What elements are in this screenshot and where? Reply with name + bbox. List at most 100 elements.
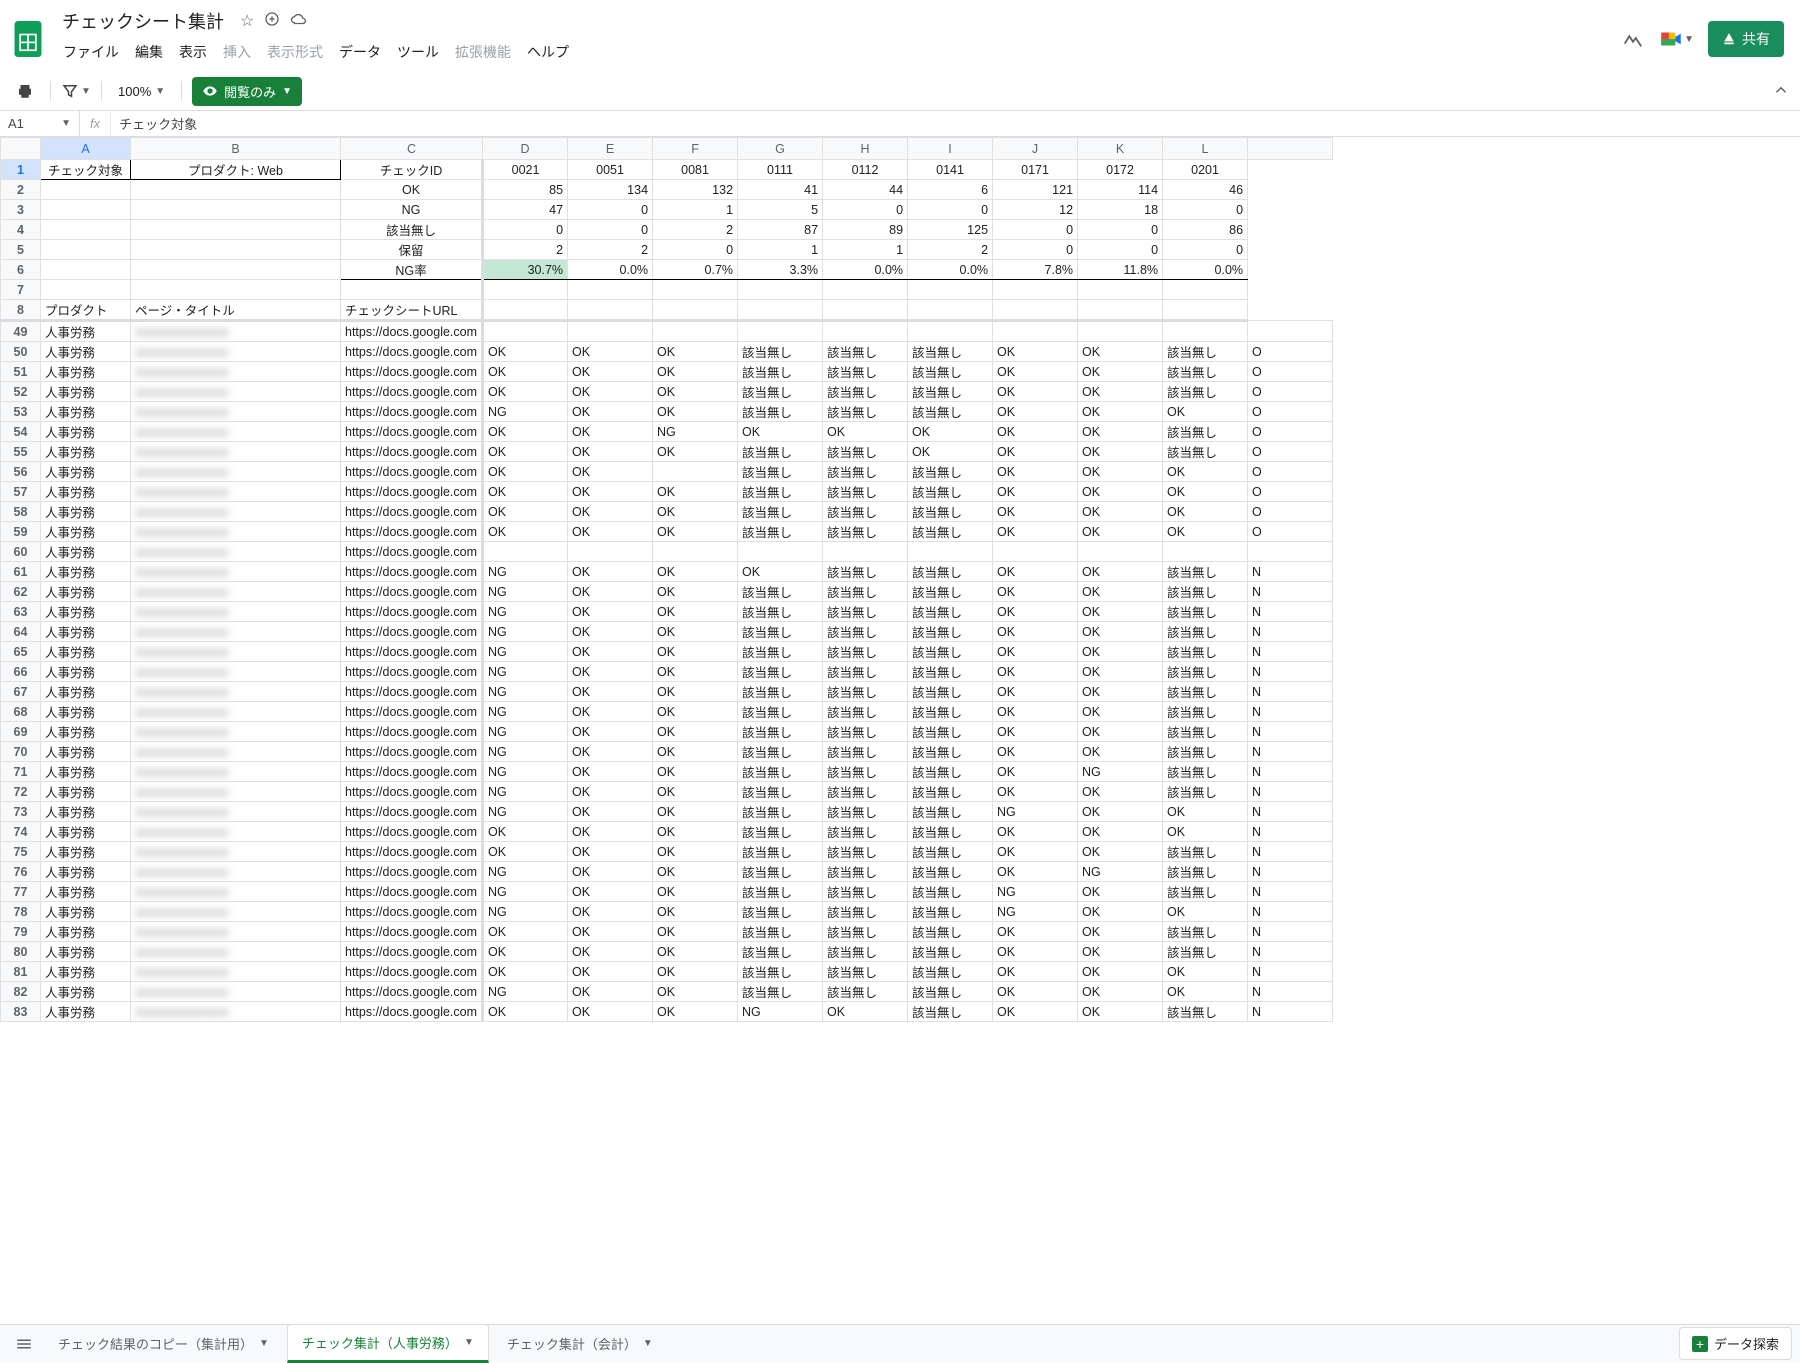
cell-L80[interactable]: 該当無し xyxy=(1163,942,1248,962)
cell-K3[interactable]: 18 xyxy=(1078,200,1163,220)
cell-C51[interactable]: https://docs.google.com xyxy=(341,362,483,382)
cell-L66[interactable]: 該当無し xyxy=(1163,662,1248,682)
cell-B57[interactable]: xxxxxxxxxxxxxxx xyxy=(131,482,341,502)
cell-K61[interactable]: OK xyxy=(1078,562,1163,582)
cell-J74[interactable]: OK xyxy=(993,822,1078,842)
cell-J67[interactable]: OK xyxy=(993,682,1078,702)
cell-F59[interactable]: OK xyxy=(653,522,738,542)
cell-F8[interactable] xyxy=(653,300,738,321)
cell-H5[interactable]: 1 xyxy=(823,240,908,260)
cell-J78[interactable]: NG xyxy=(993,902,1078,922)
cell-M69[interactable]: N xyxy=(1248,722,1333,742)
cell-B3[interactable] xyxy=(131,200,341,220)
cell-H61[interactable]: 該当無し xyxy=(823,562,908,582)
cell-M53[interactable]: O xyxy=(1248,402,1333,422)
cell-D51[interactable]: OK xyxy=(483,362,568,382)
cell-B50[interactable]: xxxxxxxxxxxxxxx xyxy=(131,342,341,362)
cell-F6[interactable]: 0.7% xyxy=(653,260,738,280)
cell-F77[interactable]: OK xyxy=(653,882,738,902)
cell-E5[interactable]: 2 xyxy=(568,240,653,260)
cell-I77[interactable]: 該当無し xyxy=(908,882,993,902)
cell-I68[interactable]: 該当無し xyxy=(908,702,993,722)
cell-H79[interactable]: 該当無し xyxy=(823,922,908,942)
cell-J69[interactable]: OK xyxy=(993,722,1078,742)
cell-A67[interactable]: 人事労務 xyxy=(41,682,131,702)
cell-D75[interactable]: OK xyxy=(483,842,568,862)
cell-K53[interactable]: OK xyxy=(1078,402,1163,422)
cell-E59[interactable]: OK xyxy=(568,522,653,542)
col-header-L[interactable]: L xyxy=(1163,138,1248,160)
cell-D50[interactable]: OK xyxy=(483,342,568,362)
cell-K4[interactable]: 0 xyxy=(1078,220,1163,240)
cell-I3[interactable]: 0 xyxy=(908,200,993,220)
cell-D6[interactable]: 30.7% xyxy=(483,260,568,280)
cell-A53[interactable]: 人事労務 xyxy=(41,402,131,422)
select-all-corner[interactable] xyxy=(1,138,41,160)
cell-H50[interactable]: 該当無し xyxy=(823,342,908,362)
cell-K80[interactable]: OK xyxy=(1078,942,1163,962)
cell-D78[interactable]: NG xyxy=(483,902,568,922)
cell-A83[interactable]: 人事労務 xyxy=(41,1002,131,1022)
cell-I2[interactable]: 6 xyxy=(908,180,993,200)
cell-G54[interactable]: OK xyxy=(738,422,823,442)
cell-G60[interactable] xyxy=(738,542,823,562)
cell-id-0141[interactable]: 0141 xyxy=(908,160,993,180)
cell-B49[interactable]: xxxxxxxxxxxxxxx xyxy=(131,321,341,342)
cell-F55[interactable]: OK xyxy=(653,442,738,462)
row-header-58[interactable]: 58 xyxy=(1,502,41,522)
row-header-69[interactable]: 69 xyxy=(1,722,41,742)
cell-F67[interactable]: OK xyxy=(653,682,738,702)
cell-L73[interactable]: OK xyxy=(1163,802,1248,822)
cell-J62[interactable]: OK xyxy=(993,582,1078,602)
cell-E61[interactable]: OK xyxy=(568,562,653,582)
cell-id-0171[interactable]: 0171 xyxy=(993,160,1078,180)
cell-D77[interactable]: NG xyxy=(483,882,568,902)
cell-D57[interactable]: OK xyxy=(483,482,568,502)
cell-A78[interactable]: 人事労務 xyxy=(41,902,131,922)
cell-J59[interactable]: OK xyxy=(993,522,1078,542)
row-header-74[interactable]: 74 xyxy=(1,822,41,842)
cell-C61[interactable]: https://docs.google.com xyxy=(341,562,483,582)
cell-G2[interactable]: 41 xyxy=(738,180,823,200)
cell-I58[interactable]: 該当無し xyxy=(908,502,993,522)
cell-I50[interactable]: 該当無し xyxy=(908,342,993,362)
cell-G52[interactable]: 該当無し xyxy=(738,382,823,402)
cell-J3[interactable]: 12 xyxy=(993,200,1078,220)
cell-C49[interactable]: https://docs.google.com xyxy=(341,321,483,342)
share-button[interactable]: 共有 xyxy=(1708,21,1784,57)
cell-L76[interactable]: 該当無し xyxy=(1163,862,1248,882)
cell-J51[interactable]: OK xyxy=(993,362,1078,382)
cell-I51[interactable]: 該当無し xyxy=(908,362,993,382)
cell-F81[interactable]: OK xyxy=(653,962,738,982)
cell-M78[interactable]: N xyxy=(1248,902,1333,922)
cell-J66[interactable]: OK xyxy=(993,662,1078,682)
cell-F69[interactable]: OK xyxy=(653,722,738,742)
cell-M63[interactable]: N xyxy=(1248,602,1333,622)
cell-D55[interactable]: OK xyxy=(483,442,568,462)
cell-G75[interactable]: 該当無し xyxy=(738,842,823,862)
cell-K83[interactable]: OK xyxy=(1078,1002,1163,1022)
cell-D67[interactable]: NG xyxy=(483,682,568,702)
cell-L55[interactable]: 該当無し xyxy=(1163,442,1248,462)
row-header-82[interactable]: 82 xyxy=(1,982,41,1002)
cell-H75[interactable]: 該当無し xyxy=(823,842,908,862)
cell-H81[interactable]: 該当無し xyxy=(823,962,908,982)
cell-C60[interactable]: https://docs.google.com xyxy=(341,542,483,562)
cell-H76[interactable]: 該当無し xyxy=(823,862,908,882)
cell-B1[interactable]: プロダクト: Web xyxy=(131,160,341,180)
cell-A72[interactable]: 人事労務 xyxy=(41,782,131,802)
cell-C73[interactable]: https://docs.google.com xyxy=(341,802,483,822)
cell-J75[interactable]: OK xyxy=(993,842,1078,862)
cell-I83[interactable]: 該当無し xyxy=(908,1002,993,1022)
cell-A63[interactable]: 人事労務 xyxy=(41,602,131,622)
cell-B75[interactable]: xxxxxxxxxxxxxxx xyxy=(131,842,341,862)
cell-M56[interactable]: O xyxy=(1248,462,1333,482)
cell-E71[interactable]: OK xyxy=(568,762,653,782)
cell-H4[interactable]: 89 xyxy=(823,220,908,240)
cell-B60[interactable]: xxxxxxxxxxxxxxx xyxy=(131,542,341,562)
cell-M82[interactable]: N xyxy=(1248,982,1333,1002)
cell-I72[interactable]: 該当無し xyxy=(908,782,993,802)
cell-C75[interactable]: https://docs.google.com xyxy=(341,842,483,862)
cell-A82[interactable]: 人事労務 xyxy=(41,982,131,1002)
cell-C66[interactable]: https://docs.google.com xyxy=(341,662,483,682)
